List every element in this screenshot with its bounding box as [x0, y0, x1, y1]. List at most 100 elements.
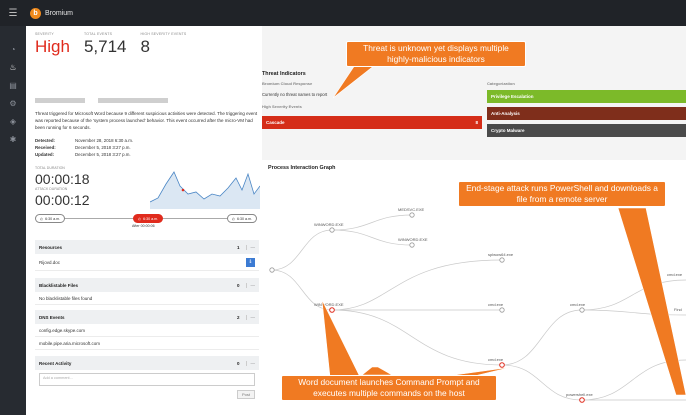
bromium-logo-icon: b [30, 7, 41, 19]
node-label: WINWORD.EXE [314, 222, 344, 227]
node-label: powershell.exe [566, 392, 593, 397]
timeline-trigger[interactable]: ◴ 6:30 a.m. [133, 214, 164, 223]
cascade-indicator[interactable]: Cascade 8 [262, 116, 482, 129]
category-privilege-escalation[interactable]: Privilege Escalation [487, 90, 686, 103]
blacklistable-title: Blacklistable Files [39, 282, 79, 288]
callout-word-launches-cmd: Word document launches Command Prompt an… [281, 375, 497, 401]
attack-timeline: ◴ 6:30 a.m. ◴ 6:30 a.m. ◴ 6:30 a.m. Afte… [35, 214, 257, 230]
dns-section: DNS Events 2 — config.edge.skype.com mobi… [35, 310, 259, 350]
high-severity-value: 8 [140, 37, 150, 56]
received-label: Received: [35, 145, 56, 150]
collapse-icon[interactable]: — [245, 244, 255, 250]
updated-value: December 5, 2018 3:27 p.m. [75, 152, 131, 157]
threat-stats: SEVERITY High TOTAL EVENTS 5,714 HIGH SE… [35, 32, 186, 55]
fire-icon[interactable]: ♨ [0, 58, 26, 76]
collapse-icon[interactable]: — [245, 314, 255, 320]
severity-label: SEVERITY [35, 32, 54, 36]
download-icon[interactable]: ⇓ [246, 257, 255, 267]
collapse-icon[interactable]: — [245, 360, 255, 366]
high-severity-stat: HIGH SEVERITY EVENTS 8 [141, 32, 187, 55]
timeline-end[interactable]: ◴ 6:30 a.m. [226, 214, 257, 223]
total-duration-value: 00:00:18 [35, 171, 90, 187]
threat-indicators-title: Threat Indicators [262, 71, 306, 77]
detected-row: Detected: November 28, 2018 6:30 a.m. [35, 138, 133, 143]
blacklistable-count: 0 [236, 282, 240, 288]
redacted-user [98, 98, 168, 103]
collapse-icon[interactable]: — [245, 282, 255, 288]
callout-end-stage-attack: End-stage attack runs PowerShell and dow… [458, 181, 666, 207]
dns-header[interactable]: DNS Events 2 — [35, 310, 259, 324]
list-item[interactable]: config.edge.skype.com [35, 324, 259, 337]
cascade-count: 8 [475, 120, 478, 125]
list-item[interactable]: mobile.pipe.aria.microsoft.com [35, 337, 259, 350]
cascade-label: Cascade [266, 120, 285, 125]
category-crypto-malware[interactable]: Crypto Malware [487, 124, 686, 137]
hamburger-menu-icon[interactable]: ☰ [0, 0, 26, 26]
dns-entry: config.edge.skype.com [39, 327, 86, 333]
updated-label: Updated: [35, 152, 55, 157]
threat-details-panel: SEVERITY High TOTAL EVENTS 5,714 HIGH SE… [26, 26, 262, 415]
event-sparkline [150, 171, 260, 209]
updated-row: Updated: December 5, 2018 3:27 p.m. [35, 152, 131, 157]
top-bar: ☰ b Bromium [0, 0, 686, 26]
gear-icon[interactable]: ⚙ [0, 94, 26, 112]
attack-duration-label: ATTACK DURATION [35, 187, 68, 191]
total-events-value: 5,714 [83, 37, 127, 56]
dns-entry: mobile.pipe.aria.microsoft.com [39, 340, 101, 346]
clipboard-icon[interactable]: ▤ [0, 76, 26, 94]
dns-title: DNS Events [39, 314, 65, 320]
total-events-stat: TOTAL EVENTS 5,714 [84, 32, 127, 55]
node-label: splwow64.exe [488, 252, 514, 257]
high-severity-label: HIGH SEVERITY EVENTS [140, 32, 187, 36]
recent-activity-title: Recent Activity [39, 360, 72, 366]
post-button[interactable]: Post [237, 390, 255, 399]
received-value: December 5, 2018 3:27 p.m. [75, 145, 131, 150]
timeline-after-label: After 00:00:06 [132, 224, 155, 228]
cloud-response-text: Currently no threat names to report [262, 92, 328, 97]
node-label: MEDSVC.EXE [398, 207, 425, 212]
node-label: cmd.exe [667, 272, 683, 277]
redacted-host [35, 98, 85, 103]
total-duration-label: TOTAL DURATION [35, 166, 65, 170]
list-item: No blacklistable files found [35, 292, 259, 305]
threat-description: Threat triggered for Microsoft Word beca… [35, 111, 258, 130]
dashboard-icon[interactable]: ◔ [0, 40, 26, 58]
detected-label: Detected: [35, 138, 56, 143]
blacklistable-empty: No blacklistable files found [39, 295, 93, 301]
resources-section: Resources 1 — Rijovd.doc ⇓ [35, 240, 259, 271]
category-anti-analysis[interactable]: Anti-Analysis [487, 107, 686, 120]
severity-value: High [35, 37, 70, 56]
resources-header[interactable]: Resources 1 — [35, 240, 259, 254]
graph-node [269, 212, 585, 313]
timeline-start[interactable]: ◴ 6:30 a.m. [35, 214, 66, 223]
dns-count: 2 [236, 314, 240, 320]
list-item[interactable]: Rijovd.doc ⇓ [35, 254, 259, 271]
blacklistable-header[interactable]: Blacklistable Files 0 — [35, 278, 259, 292]
app-brand: Bromium [45, 9, 74, 17]
recent-activity-header[interactable]: Recent Activity 0 — [35, 356, 259, 370]
cloud-response-label: Bromium Cloud Response [262, 81, 313, 86]
node-label: WINWORD.EXE [314, 302, 344, 307]
resources-count: 1 [236, 244, 240, 250]
severity-stat: SEVERITY High [35, 32, 70, 55]
resource-name: Rijovd.doc [39, 259, 61, 265]
blacklistable-section: Blacklistable Files 0 — No blacklistable … [35, 278, 259, 305]
node-label: cmd.exe [488, 357, 504, 362]
attack-duration-value: 00:00:12 [35, 192, 90, 208]
recent-activity-section: Recent Activity 0 — Add a comment... Post [35, 356, 259, 406]
node-label: cmd.exe [570, 302, 586, 307]
shield-icon[interactable]: ◈ [0, 112, 26, 130]
left-nav-rail: ◔ ♨ ▤ ⚙ ◈ ✱ [0, 26, 26, 415]
total-events-label: TOTAL EVENTS [83, 32, 113, 36]
callout-threat-unknown: Threat is unknown yet displays multiple … [346, 41, 526, 67]
resources-title: Resources [39, 244, 63, 250]
threat-indicators-panel: Threat Indicators Bromium Cloud Response… [262, 66, 686, 154]
node-label: Find [674, 307, 682, 312]
high-severity-events-label: High Severity Events [262, 104, 302, 109]
comment-input[interactable]: Add a comment... [39, 373, 255, 386]
node-label: WINWORD.EXE [398, 237, 428, 242]
node-label: cmd.exe [488, 302, 504, 307]
received-row: Received: December 5, 2018 3:27 p.m. [35, 145, 131, 150]
bug-icon[interactable]: ✱ [0, 130, 26, 148]
detected-value: November 28, 2018 6:30 a.m. [75, 138, 134, 143]
